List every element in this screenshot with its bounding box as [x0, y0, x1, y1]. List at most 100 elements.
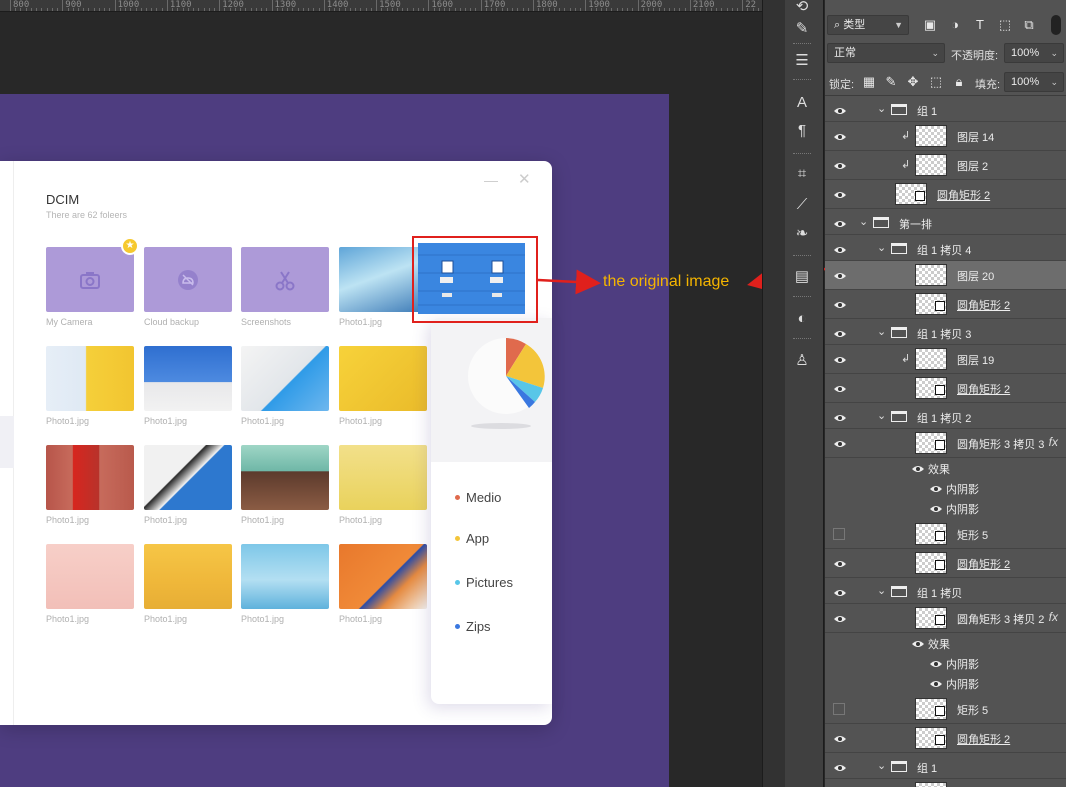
eye-icon[interactable] — [833, 557, 847, 569]
eye-icon[interactable] — [833, 269, 847, 281]
blend-mode-select[interactable]: 正常 ⌄ — [827, 43, 945, 63]
filter-smart-object-icon[interactable]: ⧉ — [1021, 17, 1037, 33]
layer-row[interactable]: 圆角矩形 2 — [825, 374, 1066, 403]
eye-icon[interactable] — [833, 382, 847, 394]
effect-row[interactable]: 内阴影 — [825, 673, 1066, 693]
vector-mask-icon — [935, 385, 945, 395]
layer-row[interactable]: 矩形 5 — [825, 520, 1066, 549]
lock-all-icon[interactable]: 🔒︎ — [951, 74, 967, 90]
lock-position-icon[interactable]: ✥ — [905, 74, 921, 90]
layer-effects-icon[interactable]: fx — [1049, 610, 1058, 624]
eye-icon[interactable] — [833, 761, 847, 773]
clipping-mask-icon: ↲ — [901, 159, 911, 171]
filter-adjustment-icon[interactable]: ◑ — [947, 17, 963, 32]
eye-icon[interactable] — [833, 353, 847, 365]
fill-value: 100% — [1011, 76, 1040, 88]
adjustment-layer-icon[interactable]: ◐ — [791, 308, 813, 330]
layer-row[interactable]: 矩形 5 — [825, 695, 1066, 724]
annotation-text: the original image — [603, 273, 730, 290]
layer-row[interactable]: 圆角矩形 2 — [825, 549, 1066, 578]
feather-icon[interactable]: ❧ — [791, 223, 813, 245]
layer-row[interactable]: ↲ 图层 19 — [825, 345, 1066, 374]
eye-icon[interactable] — [833, 188, 847, 200]
chevron-down-icon[interactable]: ⌄ — [877, 102, 886, 115]
effect-row[interactable]: 内阴影 — [825, 498, 1066, 518]
lock-transparent-icon[interactable]: ▦ — [861, 74, 877, 90]
layer-group-row[interactable]: ⌄ 组 1 — [825, 753, 1066, 779]
layer-name: 圆角矩形 2 — [957, 559, 1011, 571]
visibility-off-box[interactable] — [833, 528, 845, 540]
lock-pixels-icon[interactable]: ✎ — [883, 74, 899, 90]
eye-icon[interactable] — [929, 502, 943, 520]
eye-icon[interactable] — [833, 327, 847, 339]
filter-shape-icon[interactable]: ⬚ — [997, 17, 1013, 33]
layer-row[interactable]: ↲ 图层 14 — [825, 122, 1066, 151]
layer-row[interactable]: ↲ 图层 2 — [825, 151, 1066, 180]
layer-name: 矩形 5 — [957, 530, 989, 542]
eye-icon[interactable] — [833, 243, 847, 255]
eye-icon[interactable] — [833, 217, 847, 229]
layer-row[interactable]: 圆角矩形 3 拷贝 2 fx — [825, 604, 1066, 633]
brush-settings-icon[interactable]: ✎ — [791, 18, 813, 40]
layer-name: 第一排 — [899, 219, 932, 231]
filter-pixel-icon[interactable]: ▣ — [922, 17, 938, 33]
layer-group-row[interactable]: ⌄ 组 1 拷贝 2 — [825, 403, 1066, 429]
opacity-input[interactable]: 100% ⌄ — [1004, 43, 1064, 63]
adjustments-icon[interactable]: ☰ — [791, 50, 813, 72]
layer-filter-select[interactable]: ⌕ 类型 ▼ — [827, 15, 909, 35]
chevron-down-icon[interactable]: ⌄ — [877, 325, 886, 338]
ruler-tool-icon[interactable]: ⟋ — [791, 194, 813, 216]
tool-separator — [793, 255, 811, 257]
layer-row[interactable]: 图层 20 — [825, 261, 1066, 290]
layer-row[interactable]: 圆角矩形 2 — [825, 180, 1066, 209]
chevron-down-icon[interactable]: ⌄ — [859, 215, 868, 228]
effect-row[interactable]: 效果 — [825, 633, 1066, 653]
layer-comps-icon[interactable]: ▤ — [791, 266, 813, 288]
folder-icon — [891, 761, 907, 772]
opacity-label: 不透明度: — [951, 50, 999, 62]
chevron-down-icon[interactable]: ⌄ — [877, 409, 886, 422]
eye-icon[interactable] — [833, 437, 847, 449]
layer-row[interactable]: 椭圆 4 拷贝fx — [825, 779, 1066, 787]
character-icon[interactable]: A — [791, 92, 813, 114]
eye-icon[interactable] — [929, 677, 943, 695]
layer-name: 组 1 — [917, 763, 938, 775]
layer-row[interactable]: 圆角矩形 2 — [825, 724, 1066, 753]
layer-group-row[interactable]: ⌄ 第一排 — [825, 209, 1066, 235]
layer-group-row[interactable]: ⌄ 组 1 拷贝 4 — [825, 235, 1066, 261]
paragraph-icon[interactable]: ¶ — [791, 120, 813, 142]
folder-icon — [891, 327, 907, 338]
fill-input[interactable]: 100% ⌄ — [1004, 72, 1064, 92]
chevron-down-icon[interactable]: ⌄ — [877, 759, 886, 772]
effect-row[interactable]: 内阴影 — [825, 478, 1066, 498]
eye-icon[interactable] — [833, 298, 847, 310]
puppet-icon[interactable]: ♙ — [791, 350, 813, 372]
effect-row[interactable]: 效果 — [825, 458, 1066, 478]
lock-artboard-icon[interactable]: ⬚ — [928, 74, 944, 90]
layer-group-row[interactable]: ⌄ 组 1 拷贝 — [825, 578, 1066, 604]
layer-group-row[interactable]: ⌄ 组 1 — [825, 96, 1066, 122]
eye-icon[interactable] — [833, 586, 847, 598]
effect-row[interactable]: 内阴影 — [825, 653, 1066, 673]
crop-icon[interactable]: ⌗ — [791, 163, 813, 185]
layer-name: 组 1 拷贝 4 — [917, 245, 972, 257]
eye-icon[interactable] — [833, 130, 847, 142]
chevron-down-icon[interactable]: ⌄ — [877, 241, 886, 254]
layer-name: 图层 20 — [957, 271, 995, 283]
visibility-off-box[interactable] — [833, 703, 845, 715]
eye-icon[interactable] — [833, 159, 847, 171]
eye-icon[interactable] — [833, 411, 847, 423]
filter-type-icon[interactable]: T — [972, 17, 988, 32]
chevron-down-icon[interactable]: ⌄ — [877, 584, 886, 597]
layer-group-row[interactable]: ⌄ 组 1 拷贝 3 — [825, 319, 1066, 345]
layer-row[interactable]: 圆角矩形 2 — [825, 290, 1066, 319]
eye-icon[interactable] — [833, 612, 847, 624]
eye-icon[interactable] — [833, 732, 847, 744]
layer-effects-icon[interactable]: fx — [1049, 435, 1058, 449]
eye-icon[interactable] — [833, 104, 847, 116]
history-icon[interactable]: ⟲ — [791, 0, 813, 18]
filter-toggle[interactable] — [1051, 15, 1061, 35]
clipping-mask-icon: ↲ — [901, 353, 911, 365]
layer-row[interactable]: 圆角矩形 3 拷贝 3 fx — [825, 429, 1066, 458]
folder-icon — [891, 586, 907, 597]
